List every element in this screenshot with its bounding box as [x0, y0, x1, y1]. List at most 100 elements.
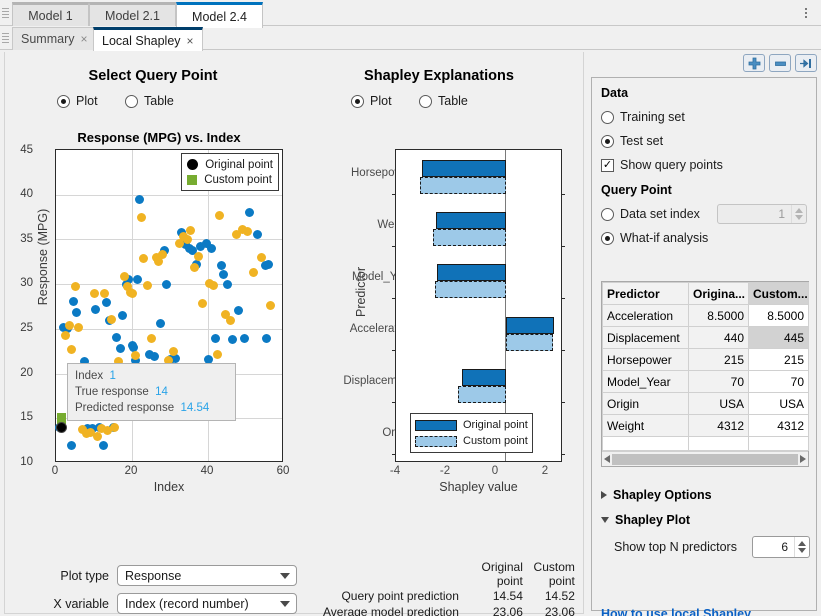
model-tab-model-2-1[interactable]: Model 2.1	[89, 2, 176, 27]
scatter-point[interactable]	[110, 422, 120, 432]
collapse-all-icon[interactable]	[769, 54, 791, 72]
scatter-point[interactable]	[157, 250, 167, 260]
column-header-custom[interactable]: Custom...	[748, 282, 809, 305]
help-link-local-shapley[interactable]: How to use local Shapley explanations	[601, 607, 801, 616]
tab-summary[interactable]: Summary ×	[12, 27, 97, 50]
stepper-up-icon[interactable]	[795, 208, 803, 213]
data-set-index-stepper[interactable]: 1	[717, 204, 807, 224]
scatter-point[interactable]	[128, 289, 138, 299]
predictor-table[interactable]: Predictor Origina... Custom... Accelerat…	[601, 281, 809, 467]
predictor-table-hscrollbar[interactable]	[602, 451, 808, 466]
cell-custom-value[interactable]: USA	[748, 392, 809, 415]
drag-grip-icon[interactable]	[2, 6, 9, 20]
shapley-bar[interactable]	[462, 368, 506, 386]
stepper-down-icon[interactable]	[795, 215, 803, 220]
column-header-predictor[interactable]: Predictor	[602, 282, 689, 305]
scatter-point[interactable]	[137, 212, 146, 222]
shapley-view-table-radio[interactable]: Table	[419, 94, 468, 108]
tab-local-shapley[interactable]: Local Shapley ×	[93, 27, 203, 51]
scatter-point[interactable]	[249, 268, 259, 278]
scatter-point[interactable]	[218, 269, 228, 279]
stepper-up-icon[interactable]	[798, 541, 806, 546]
shapley-view-plot-radio[interactable]: Plot	[351, 94, 392, 108]
scatter-point[interactable]	[118, 310, 127, 320]
scatter-point[interactable]	[116, 344, 126, 354]
table-row[interactable]: Weight 4312 4312	[602, 414, 809, 437]
scatter-point[interactable]	[252, 230, 262, 240]
scatter-point[interactable]	[161, 279, 171, 289]
shapley-bar[interactable]	[437, 264, 506, 282]
scatter-point[interactable]	[216, 260, 226, 270]
shapley-bar-plot[interactable]: Predictor Shapley value Horsepower Weigh…	[305, 130, 585, 550]
scroll-left-icon[interactable]	[604, 455, 610, 463]
model-tab-model-2-4[interactable]: Model 2.4	[176, 2, 263, 28]
scatter-point[interactable]	[133, 275, 143, 285]
test-set-radio[interactable]: Test set	[601, 134, 663, 148]
cell-custom-value[interactable]: 215	[748, 348, 809, 371]
scatter-point[interactable]	[99, 440, 108, 450]
original-query-point-marker[interactable]	[56, 422, 67, 433]
scatter-point[interactable]	[146, 334, 156, 344]
shapley-options-accordion[interactable]: Shapley Options	[601, 488, 712, 502]
query-view-plot-radio[interactable]: Plot	[57, 94, 98, 108]
model-tab-model-1[interactable]: Model 1	[12, 2, 89, 27]
scatter-point[interactable]	[66, 440, 76, 450]
close-icon[interactable]: ×	[80, 32, 87, 46]
show-query-points-checkbox[interactable]: ✓ Show query points	[601, 158, 723, 172]
scatter-point[interactable]	[243, 226, 253, 236]
cell-custom-value[interactable]: 4312	[748, 414, 809, 437]
scatter-point[interactable]	[264, 259, 274, 269]
scatter-point[interactable]	[194, 251, 203, 261]
scatter-point[interactable]	[228, 335, 238, 345]
table-row[interactable]: Displacement 440 445	[602, 326, 809, 349]
scatter-point[interactable]	[89, 289, 99, 299]
top-n-predictors-stepper[interactable]: 6	[752, 536, 810, 558]
scatter-point[interactable]	[209, 281, 219, 291]
scatter-point[interactable]	[66, 344, 76, 354]
plot-type-dropdown[interactable]: Response	[117, 565, 297, 586]
scatter-point[interactable]	[197, 299, 207, 309]
cell-custom-value[interactable]: 8.5000	[748, 304, 809, 327]
scatter-point[interactable]	[214, 210, 224, 220]
table-row[interactable]: Model_Year 70 70	[602, 370, 809, 393]
scatter-point[interactable]	[182, 234, 192, 244]
scatter-point[interactable]	[256, 252, 266, 262]
scatter-point[interactable]	[213, 350, 222, 360]
x-variable-dropdown[interactable]: Index (record number)	[117, 593, 297, 614]
scatter-point[interactable]	[156, 318, 165, 328]
query-view-table-radio[interactable]: Table	[125, 94, 174, 108]
scatter-point[interactable]	[101, 297, 111, 307]
scatter-point[interactable]	[70, 282, 80, 292]
scatter-point[interactable]	[239, 334, 249, 344]
scatter-point[interactable]	[100, 288, 110, 298]
scatter-point[interactable]	[150, 352, 160, 362]
stepper-arrows[interactable]	[791, 205, 806, 223]
cell-custom-value[interactable]: 70	[748, 370, 809, 393]
scatter-point[interactable]	[112, 333, 122, 343]
scatter-point[interactable]	[74, 322, 84, 332]
shapley-bar[interactable]	[505, 333, 553, 351]
scatter-point[interactable]	[64, 320, 74, 330]
drag-grip-icon[interactable]	[2, 31, 9, 45]
shapley-bar[interactable]	[419, 177, 506, 195]
scatter-point[interactable]	[61, 330, 70, 340]
scatter-point[interactable]	[245, 208, 255, 218]
data-set-index-radio[interactable]: Data set index	[601, 207, 700, 221]
scatter-point[interactable]	[135, 194, 145, 204]
scatter-point[interactable]	[222, 279, 232, 289]
scatter-point[interactable]	[93, 431, 103, 441]
shapley-bar[interactable]	[435, 212, 506, 230]
scatter-point[interactable]	[138, 253, 148, 263]
table-row[interactable]: Origin USA USA	[602, 392, 809, 415]
scatter-point[interactable]	[190, 262, 200, 272]
scatter-point[interactable]	[262, 334, 272, 344]
response-scatter-plot[interactable]: Response (MPG) vs. Index Response (MPG) …	[19, 130, 299, 550]
close-icon[interactable]: ×	[187, 34, 194, 48]
table-row[interactable]: Horsepower 215 215	[602, 348, 809, 371]
scrollbar-thumb[interactable]	[612, 453, 798, 465]
shapley-plot-accordion[interactable]: Shapley Plot	[601, 513, 690, 527]
cell-custom-value[interactable]: 445	[748, 326, 809, 349]
scatter-point[interactable]	[142, 280, 152, 290]
stepper-arrows[interactable]	[794, 537, 809, 557]
scatter-point[interactable]	[266, 301, 276, 311]
